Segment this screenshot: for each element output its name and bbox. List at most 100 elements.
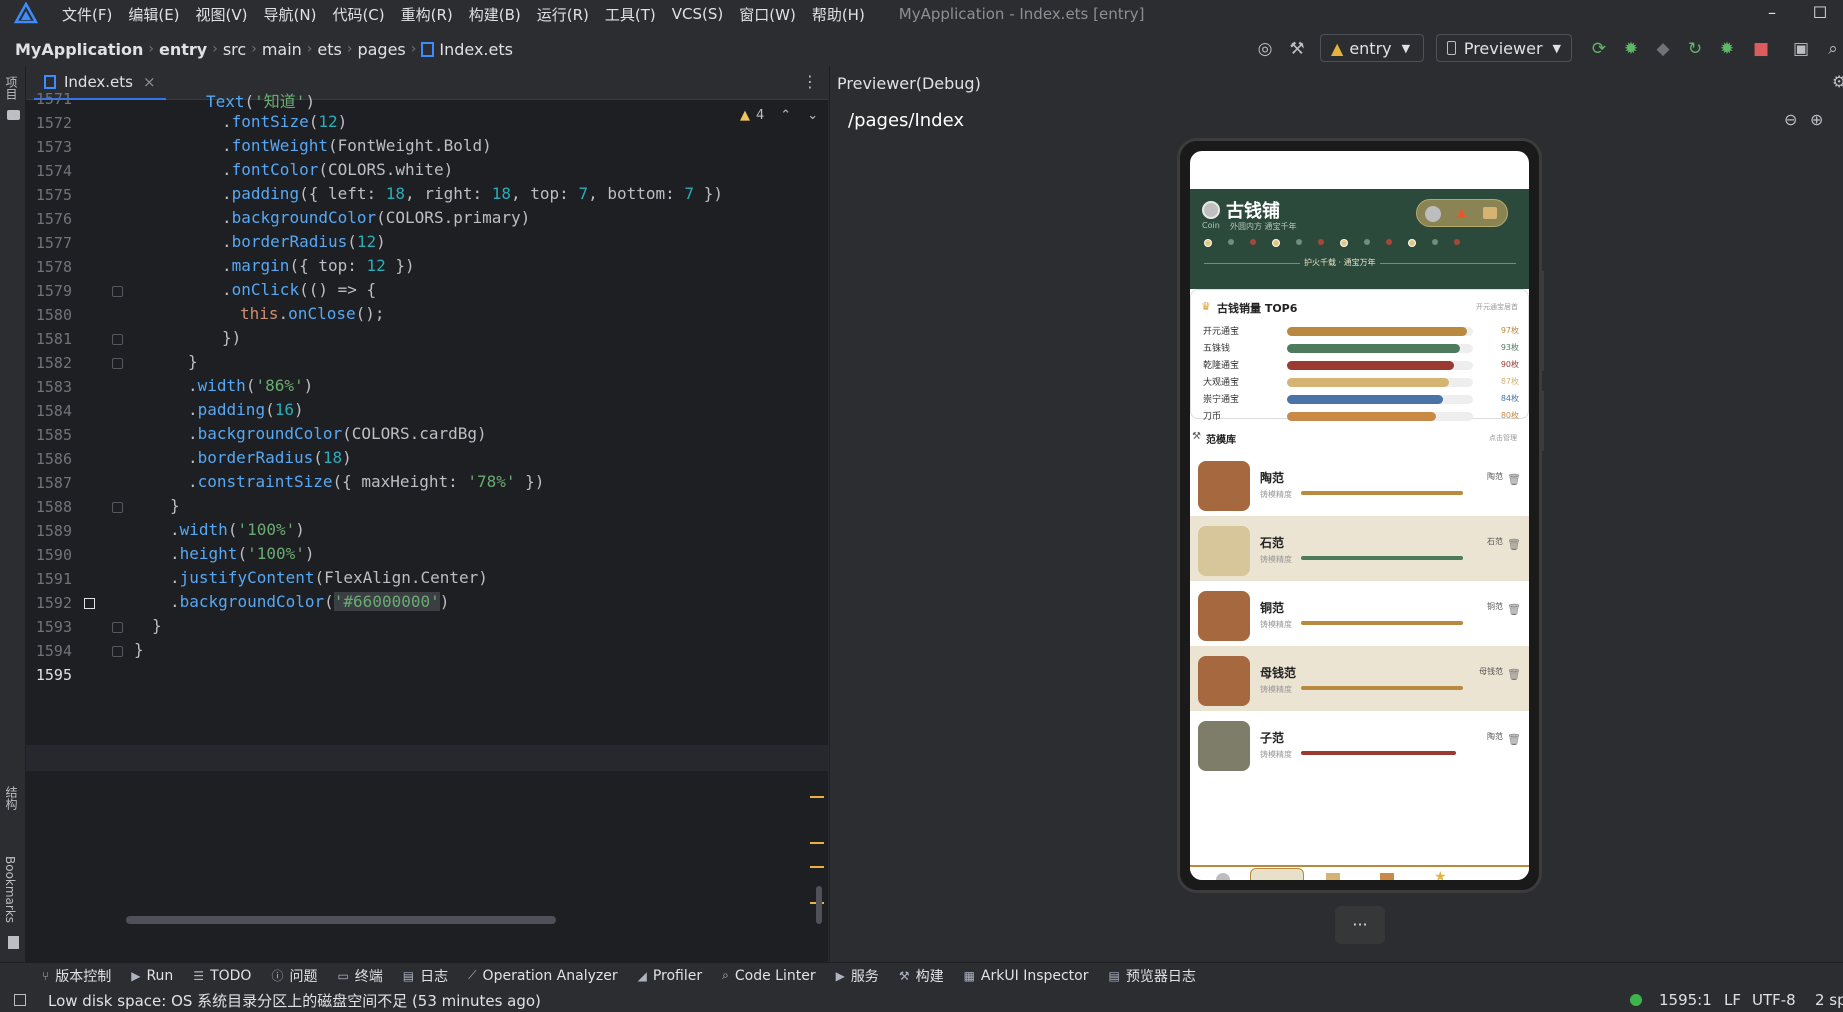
chevron-up-icon[interactable]: ⌃ [780,108,791,123]
trash-icon[interactable]: 🗑 [1507,733,1521,746]
menu-code[interactable]: 代码(C) [324,4,392,25]
settings-icon[interactable]: ⚙ [1832,72,1843,91]
box-icon[interactable] [1483,207,1497,219]
more-options-icon[interactable]: ⋮ [802,72,818,91]
breadcrumb-file[interactable]: Index.ets [439,40,513,59]
stop-icon[interactable]: ■ [1750,38,1772,60]
line-ending[interactable]: LF [1724,991,1741,1009]
fold-marker[interactable] [112,286,123,297]
coin-tab-icon[interactable] [1216,873,1230,880]
fold-marker[interactable] [112,358,123,369]
chevron-down-icon[interactable]: ⌄ [807,108,818,123]
tool-previewer-log[interactable]: ▤ 预览器日志 [1109,966,1196,986]
ranking-name: 乾隆通宝 [1203,361,1240,371]
menu-view[interactable]: 视图(V) [188,4,256,25]
mold-card[interactable]: 石范 铸模精度 石范 🗑 [1190,516,1529,586]
tool-services[interactable]: ▶ 服务 [836,966,879,986]
coin-icon[interactable] [1425,206,1441,222]
tool-run[interactable]: ▶ Run [131,968,173,984]
tool-log[interactable]: ▤ 日志 [403,966,448,986]
status-message[interactable]: Low disk space: OS 系统目录分区上的磁盘空间不足 (53 mi… [48,990,541,1011]
mold-hint[interactable]: 点击管理 [1489,433,1517,443]
line-number: 1585 [35,426,72,444]
bookmarks-tool-label[interactable]: Bookmarks [3,856,17,923]
inspector-icon: ▦ [963,968,975,983]
trash-icon[interactable]: 🗑 [1507,603,1521,616]
minimize-icon[interactable]: – [1752,0,1792,26]
tool-code-linter[interactable]: ⌕ Code Linter [722,968,815,984]
status-panel-icon[interactable] [14,994,26,1006]
menu-run[interactable]: 运行(R) [529,4,597,25]
breadcrumb-pages[interactable]: pages [357,40,405,59]
tool-vcs[interactable]: ⑂ 版本控制 [42,966,111,986]
zoom-out-icon[interactable]: ⊖ [1784,110,1797,129]
cursor-position[interactable]: 1595:1 [1659,991,1712,1009]
rerun-icon[interactable]: ⟳ [1588,38,1610,60]
breadcrumb-ets[interactable]: ets [317,40,341,59]
more-button[interactable]: ··· [1335,906,1385,944]
trash-icon[interactable]: 🗑 [1507,668,1521,681]
tool-profiler[interactable]: ◢ Profiler [638,968,703,984]
menu-file[interactable]: 文件(F) [54,4,120,25]
mold-card[interactable]: 子范 铸模精度 陶范 🗑 [1190,711,1529,781]
target-icon[interactable]: ◎ [1254,38,1276,60]
fold-marker[interactable] [112,334,123,345]
tool-problems[interactable]: ⓘ 问题 [271,966,317,986]
device-manager-icon[interactable]: ▣ [1790,38,1812,60]
ranking-row: 崇宁通宝 84枚 [1203,392,1519,406]
menu-navigate[interactable]: 导航(N) [256,4,325,25]
mold-tab-active[interactable] [1250,868,1304,880]
menu-tools[interactable]: 工具(T) [597,4,664,25]
breadcrumb-src[interactable]: src [223,40,246,59]
breadcrumb-module[interactable]: entry [159,40,207,59]
star-tab-icon[interactable]: ★ [1434,869,1447,880]
mold-card[interactable]: 陶范 铸模精度 陶范 🗑 [1190,451,1529,521]
fold-marker[interactable] [112,622,123,633]
code-editor[interactable]: Index.ets × ⋮ 1571 Text('知道') 1572 .font… [26,66,828,962]
attach-debugger-icon[interactable]: ✹ [1716,38,1738,60]
color-swatch[interactable] [84,598,95,609]
profile-icon[interactable]: ◆ [1652,38,1674,60]
structure-tool-label[interactable]: 结构 [3,786,20,810]
fire-icon[interactable]: ▲ [1457,205,1466,219]
hammer-icon[interactable]: ⚒ [1286,38,1308,60]
debug-icon[interactable]: ✹ [1620,38,1642,60]
tool-arkui-inspector[interactable]: ▦ ArkUI Inspector [964,968,1089,984]
file-encoding[interactable]: UTF-8 [1752,991,1796,1009]
mold-card[interactable]: 铜范 铸模精度 铜范 🗑 [1190,581,1529,651]
tool-terminal[interactable]: ▭ 终端 [337,966,382,986]
module-select[interactable]: ▲ entry ▼ [1320,34,1424,62]
menu-refactor[interactable]: 重构(R) [393,4,461,25]
trash-icon[interactable]: 🗑 [1507,538,1521,551]
menu-help[interactable]: 帮助(H) [804,4,873,25]
reload-icon[interactable]: ↻ [1684,38,1706,60]
vertical-scrollbar[interactable] [816,886,822,924]
mold-card[interactable]: 母钱范 铸模精度 母钱范 🗑 [1190,646,1529,716]
trash-icon[interactable]: 🗑 [1507,473,1521,486]
maximize-icon[interactable]: ☐ [1800,0,1840,26]
breadcrumb-main[interactable]: main [262,40,302,59]
chart-icon: ⟋ [468,968,477,982]
fold-marker[interactable] [112,646,123,657]
zoom-in-icon[interactable]: ⊕ [1810,110,1823,129]
device-screen[interactable]: 古钱铺 Coin 外圆内方 通宝千年 ▲ 护火千载 · 通宝万年 ♛ 古钱销量 … [1190,151,1529,880]
header-actions[interactable]: ▲ [1416,199,1508,227]
search-icon[interactable]: ⌕ [1822,38,1843,60]
device-select[interactable]: Previewer ▼ [1436,34,1572,62]
book-tab-icon[interactable] [1326,873,1340,880]
menu-build[interactable]: 构建(B) [461,4,529,25]
close-icon[interactable]: × [143,73,156,91]
fold-marker[interactable] [112,502,123,513]
breadcrumb-project[interactable]: MyApplication [15,40,143,59]
indent-setting[interactable]: 2 sp [1815,991,1843,1009]
menu-window[interactable]: 窗口(W) [731,4,804,25]
menu-vcs[interactable]: VCS(S) [664,5,731,23]
tool-operation-analyzer[interactable]: ⟋ Operation Analyzer [468,968,617,984]
menu-edit[interactable]: 编辑(E) [120,4,187,25]
tool-todo[interactable]: ☰ TODO [193,968,251,984]
tool-build[interactable]: ⚒ 构建 [899,966,944,986]
box-tab-icon[interactable] [1380,873,1394,880]
project-tool-label[interactable]: 项目 [3,76,20,100]
inspection-widget[interactable]: ▲ 4 ⌃ ⌄ [740,108,818,123]
horizontal-scrollbar[interactable] [126,916,556,924]
